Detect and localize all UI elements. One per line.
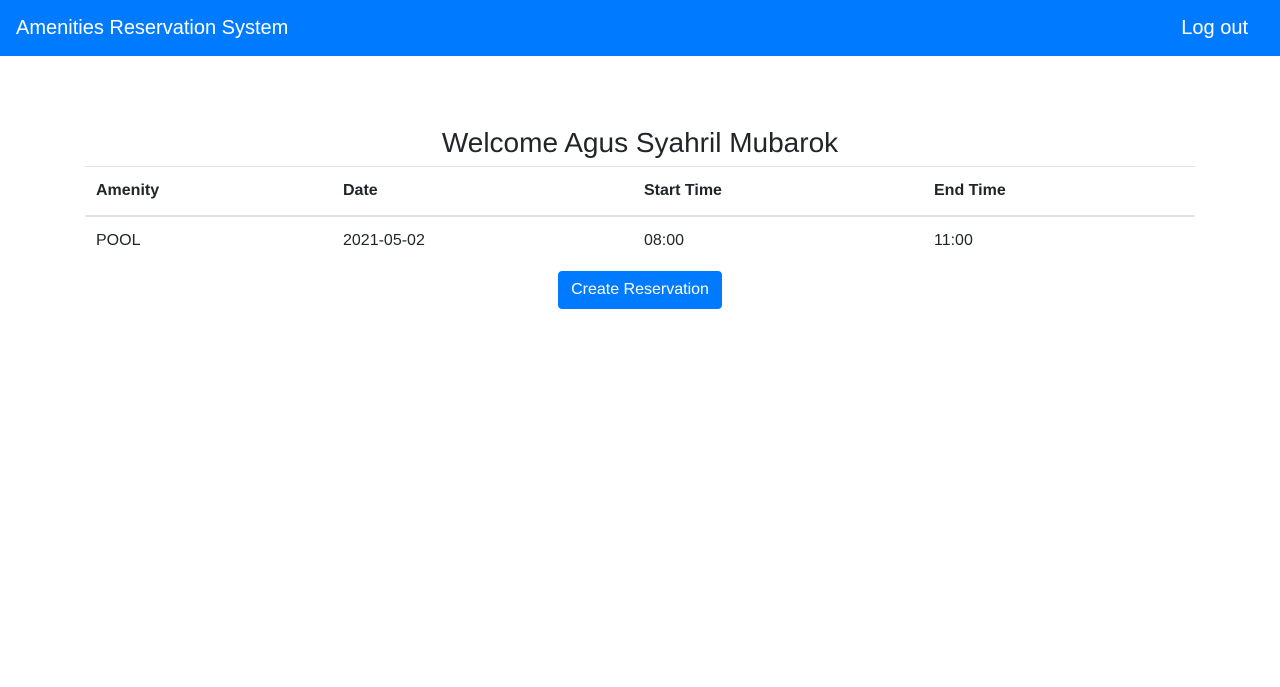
actions-bar: Create Reservation [85, 271, 1195, 309]
table-row: POOL 2021-05-02 08:00 11:00 [85, 216, 1195, 265]
cell-date: 2021-05-02 [343, 232, 425, 249]
header-end-time: End Time [923, 166, 1195, 217]
reservations-table: Amenity Date Start Time End Time POOL 20… [85, 166, 1195, 265]
table-body: POOL 2021-05-02 08:00 11:00 [85, 216, 1195, 265]
brand-link[interactable]: Amenities Reservation System [16, 18, 288, 38]
table-header-row: Amenity Date Start Time End Time [85, 166, 1195, 217]
logout-link[interactable]: Log out [1181, 18, 1248, 38]
top-navbar: Amenities Reservation System Log out [0, 0, 1280, 56]
create-reservation-button[interactable]: Create Reservation [558, 271, 722, 309]
welcome-heading: Welcome Agus Syahril Mubarok [441, 127, 839, 158]
cell-start-time: 08:00 [644, 232, 685, 249]
table-header: Amenity Date Start Time End Time [85, 166, 1195, 217]
header-amenity: Amenity [85, 166, 332, 217]
cell-end-time: 11:00 [934, 232, 973, 249]
header-start-time: Start Time [633, 166, 923, 217]
cell-amenity: POOL [96, 232, 141, 249]
header-date: Date [332, 166, 633, 217]
main-content: Welcome Agus Syahril Mubarok Amenity Dat… [85, 56, 1195, 309]
